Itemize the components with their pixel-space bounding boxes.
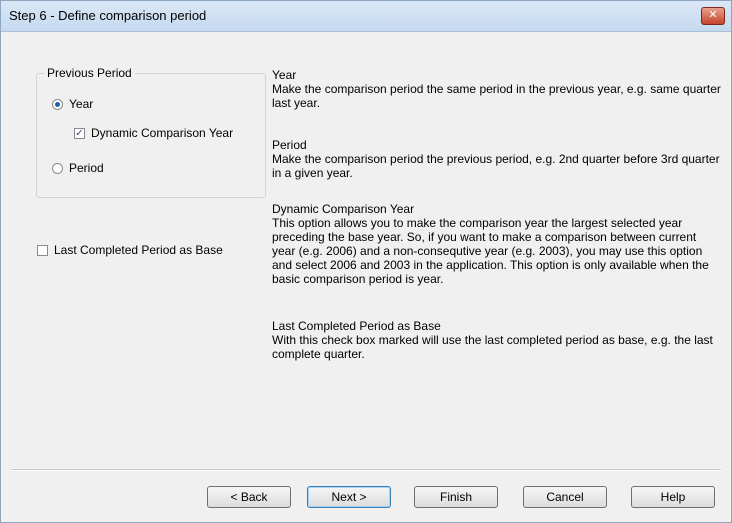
- dynamic-desc-text: This option allows you to make the compa…: [272, 216, 709, 286]
- last-completed-label: Last Completed Period as Base: [54, 243, 223, 257]
- period-desc-heading: Period: [272, 138, 307, 152]
- separator: [11, 469, 721, 471]
- period-option[interactable]: Period: [52, 161, 104, 175]
- year-radio[interactable]: [52, 98, 63, 110]
- last-completed-checkbox[interactable]: [37, 244, 48, 256]
- period-radio-label: Period: [69, 161, 104, 175]
- dynamic-comparison-checkbox[interactable]: ✓: [74, 127, 85, 139]
- dynamic-desc-heading: Dynamic Comparison Year: [272, 202, 415, 216]
- last-completed-option[interactable]: Last Completed Period as Base: [37, 243, 223, 257]
- help-button[interactable]: Help: [631, 486, 715, 508]
- previous-period-legend: Previous Period: [44, 66, 135, 80]
- next-button[interactable]: Next >: [307, 486, 391, 508]
- year-option[interactable]: Year: [52, 97, 93, 111]
- year-desc-text: Make the comparison period the same peri…: [272, 82, 721, 110]
- year-desc-heading: Year: [272, 68, 297, 82]
- title-bar: Step 6 - Define comparison period ✕: [1, 1, 731, 32]
- year-radio-label: Year: [69, 97, 94, 111]
- last-completed-desc-text: With this check box marked will use the …: [272, 333, 713, 361]
- back-button[interactable]: < Back: [207, 486, 291, 508]
- cancel-button[interactable]: Cancel: [523, 486, 607, 508]
- year-description: Year Make the comparison period the same…: [272, 68, 722, 110]
- last-completed-description: Last Completed Period as Base With this …: [272, 319, 722, 361]
- finish-button[interactable]: Finish: [414, 486, 498, 508]
- last-completed-desc-heading: Last Completed Period as Base: [272, 319, 441, 333]
- dynamic-comparison-label: Dynamic Comparison Year: [91, 126, 234, 140]
- period-desc-text: Make the comparison period the previous …: [272, 152, 720, 180]
- dynamic-comparison-option[interactable]: ✓ Dynamic Comparison Year: [74, 126, 233, 140]
- dynamic-description: Dynamic Comparison Year This option allo…: [272, 202, 722, 286]
- close-icon[interactable]: ✕: [701, 7, 725, 25]
- period-radio[interactable]: [52, 162, 63, 174]
- period-description: Period Make the comparison period the pr…: [272, 138, 722, 180]
- dialog-title: Step 6 - Define comparison period: [9, 8, 207, 23]
- dialog-window: Step 6 - Define comparison period ✕ Prev…: [0, 0, 732, 523]
